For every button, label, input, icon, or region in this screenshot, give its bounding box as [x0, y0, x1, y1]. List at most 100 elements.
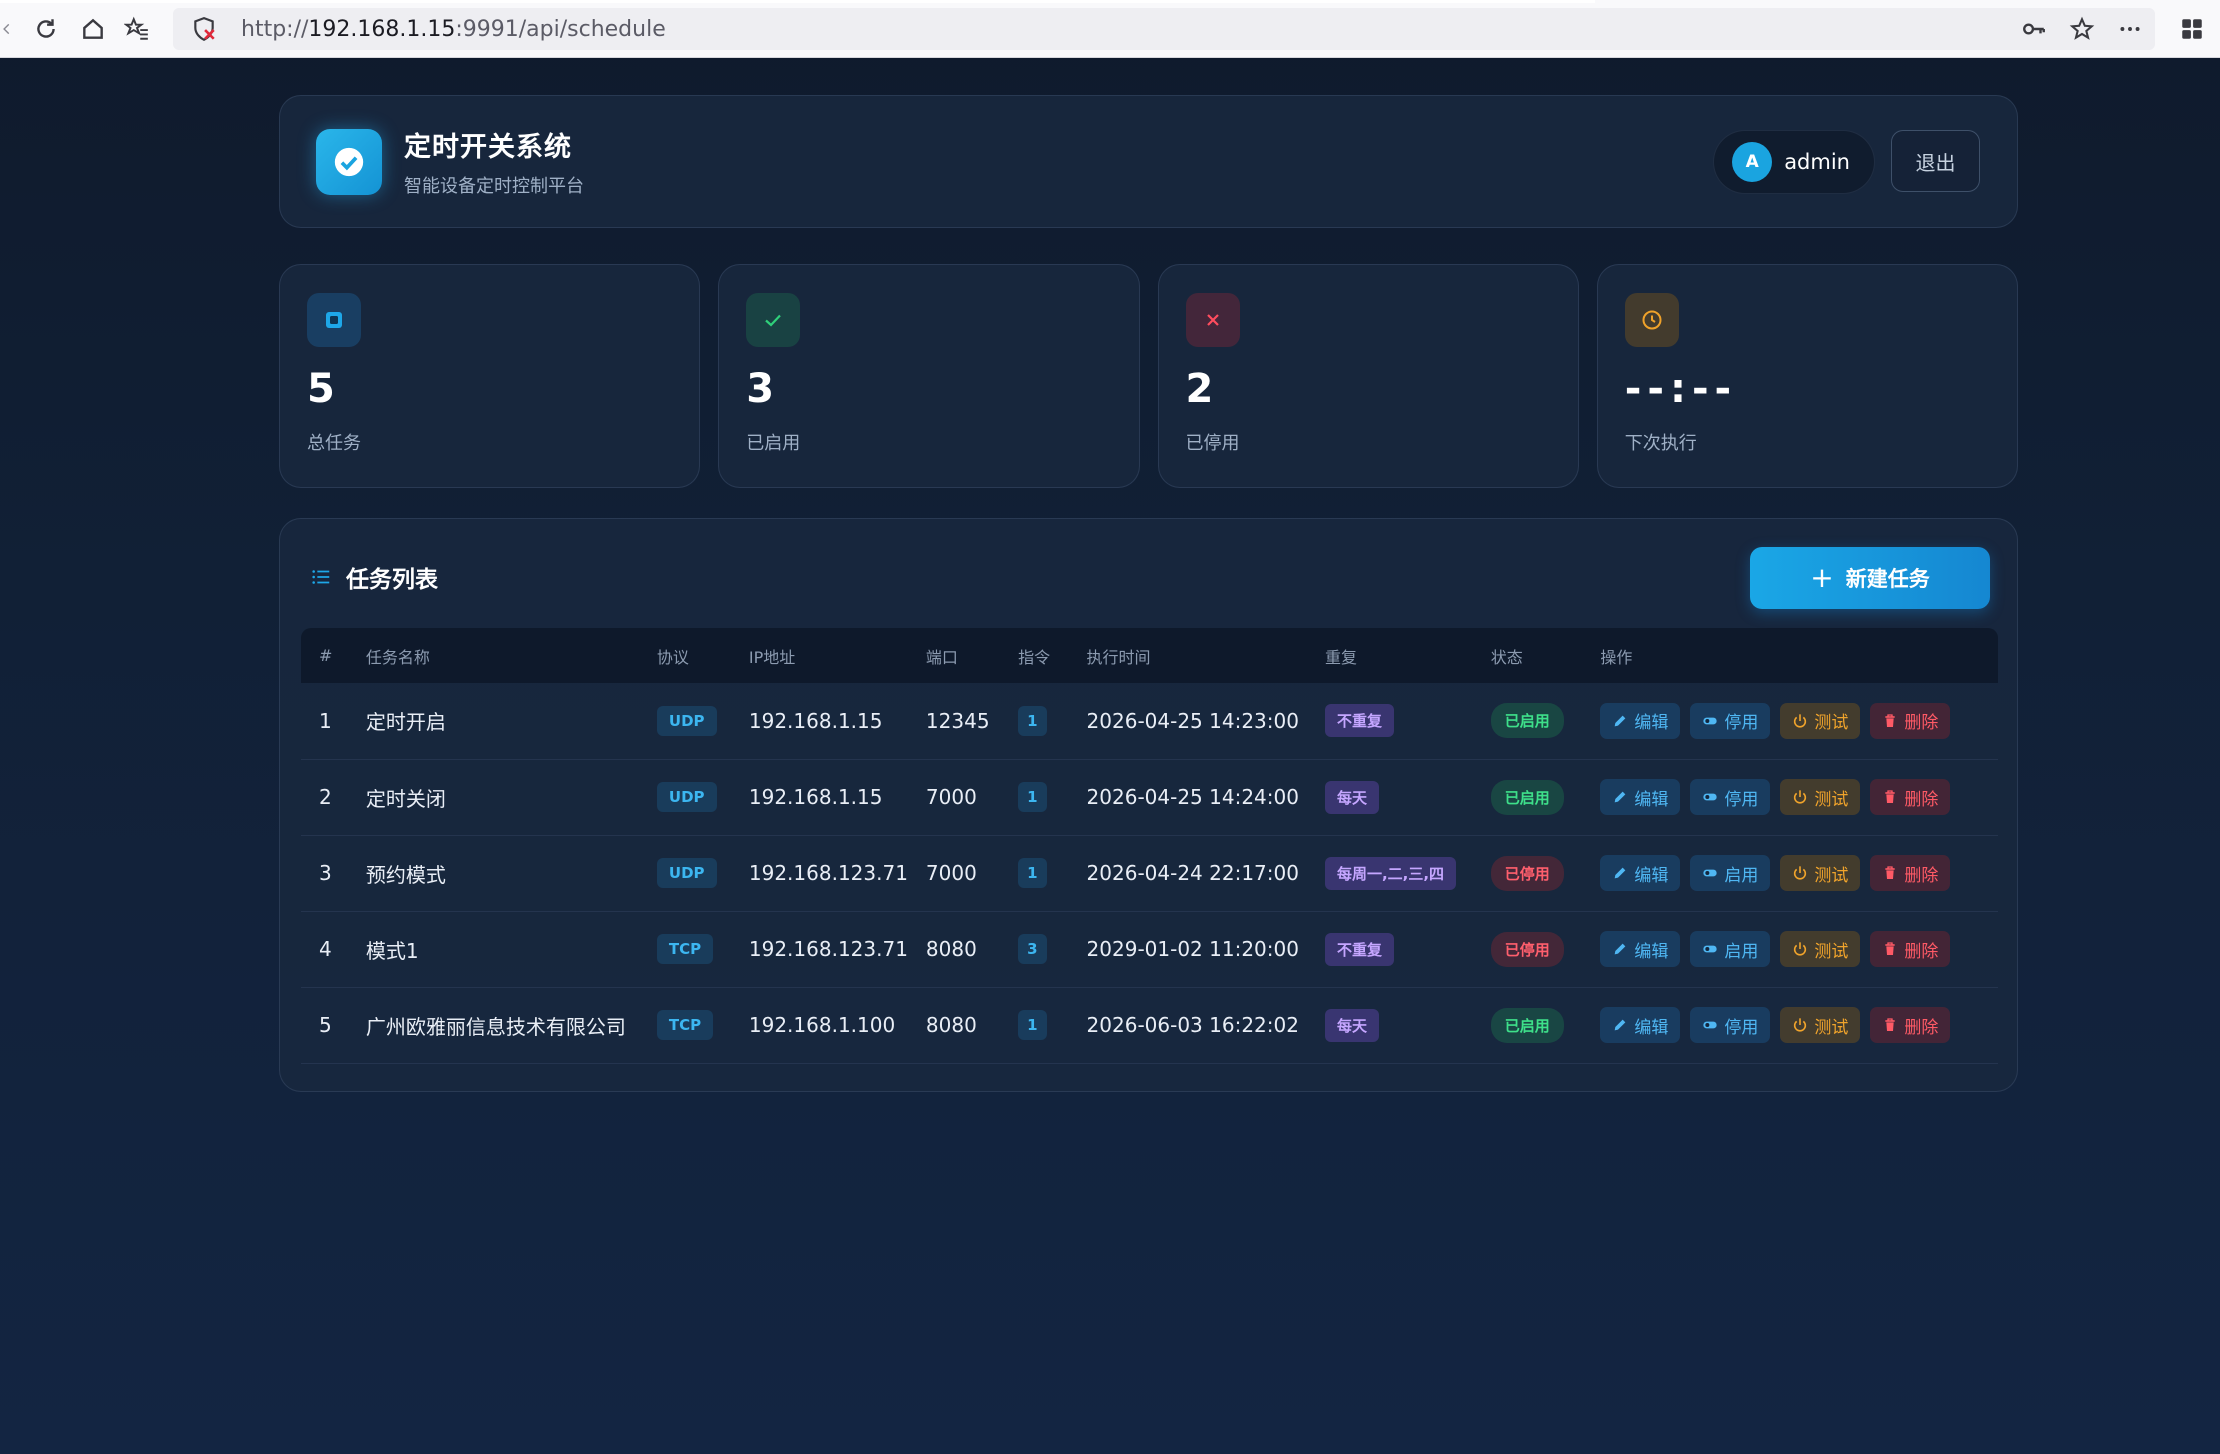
trash-icon [1885, 714, 1896, 727]
task-panel: 任务列表 + 新建任务 # 任务名称 协议 IP地址 端口 指令 执行时间 重复… [279, 518, 2018, 1092]
toggle-button[interactable]: 停用 [1690, 702, 1771, 739]
command-tag: 1 [1018, 782, 1047, 812]
protocol-tag: UDP [656, 782, 717, 812]
apps-grid-icon[interactable] [2172, 9, 2212, 49]
test-label: 测试 [1814, 789, 1849, 810]
toggle-icon [1703, 793, 1718, 801]
username: admin [1784, 150, 1850, 174]
toggle-button[interactable]: 启用 [1690, 855, 1771, 891]
pencil-icon [1615, 943, 1626, 955]
table-header: # 任务名称 协议 IP地址 端口 指令 执行时间 重复 状态 操作 [301, 628, 1998, 683]
toggle-button[interactable]: 启用 [1690, 931, 1771, 967]
delete-label: 删除 [1904, 865, 1939, 886]
table-row: 3 预约模式 UDP 192.168.123.71 7000 1 2026-04… [301, 835, 1998, 911]
x-icon [1185, 293, 1240, 347]
delete-button[interactable]: 删除 [1870, 779, 1951, 815]
col-header: 执行时间 [1086, 647, 1151, 667]
delete-button[interactable]: 删除 [1870, 855, 1951, 891]
repeat-tag: 每周一,二,三,四 [1324, 856, 1457, 890]
protocol-tag: TCP [656, 1010, 714, 1040]
url-scheme: http:// [241, 16, 309, 42]
test-button[interactable]: 测试 [1780, 702, 1861, 739]
stat-value: 5 [307, 366, 335, 412]
test-label: 测试 [1814, 1017, 1849, 1038]
task-name: 定时关闭 [365, 786, 446, 811]
delete-button[interactable]: 删除 [1870, 1007, 1951, 1043]
command-tag: 1 [1018, 858, 1047, 888]
toggle-icon [1703, 717, 1718, 725]
table-row: 2 定时关闭 UDP 192.168.1.15 7000 1 2026-04-2… [301, 759, 1998, 835]
pencil-icon [1615, 791, 1626, 803]
toggle-button[interactable]: 停用 [1690, 779, 1771, 815]
test-button[interactable]: 测试 [1780, 1007, 1861, 1043]
app-header: 定时开关系统 智能设备定时控制平台 A admin 退出 [279, 95, 2018, 228]
toggle-label: 启用 [1724, 865, 1759, 886]
check-circle-icon [334, 147, 364, 176]
test-label: 测试 [1814, 865, 1849, 886]
stat-value: 2 [1185, 366, 1214, 412]
task-port: 8080 [925, 1013, 977, 1037]
back-arrow-icon[interactable] [0, 9, 14, 49]
toggle-label: 停用 [1724, 789, 1759, 810]
table-row: 4 模式1 TCP 192.168.123.71 8080 3 2029-01-… [301, 911, 1998, 987]
test-button[interactable]: 测试 [1780, 931, 1861, 967]
reload-icon[interactable] [26, 9, 66, 49]
trash-icon [1885, 866, 1896, 879]
task-index: 2 [319, 785, 332, 809]
status-badge: 已停用 [1490, 931, 1564, 967]
logout-button[interactable]: 退出 [1891, 130, 1980, 192]
edit-button[interactable]: 编辑 [1600, 702, 1681, 739]
more-menu-icon[interactable] [2113, 12, 2147, 46]
col-header: IP地址 [748, 647, 796, 667]
col-header: 指令 [1018, 647, 1051, 667]
trash-icon [1885, 1018, 1896, 1031]
star-icon[interactable] [2065, 12, 2099, 46]
power-icon [1794, 714, 1807, 728]
test-button[interactable]: 测试 [1780, 779, 1861, 815]
address-bar[interactable]: http://192.168.1.15:9991/api/schedule [173, 8, 2155, 50]
edit-button[interactable]: 编辑 [1600, 779, 1681, 815]
new-task-button[interactable]: + 新建任务 [1750, 547, 1990, 609]
toggle-label: 停用 [1724, 1017, 1759, 1038]
col-header: 任务名称 [365, 647, 430, 667]
home-icon[interactable] [73, 9, 113, 49]
toggle-button[interactable]: 停用 [1690, 1007, 1771, 1043]
stat-card-next-run: --:-- 下次执行 [1596, 264, 2018, 488]
delete-button[interactable]: 删除 [1870, 702, 1951, 739]
task-name: 预约模式 [365, 862, 446, 887]
status-badge: 已启用 [1490, 1007, 1564, 1043]
bookmarks-icon[interactable] [117, 9, 157, 49]
command-tag: 1 [1018, 1010, 1047, 1040]
task-name: 定时开启 [365, 710, 446, 735]
shield-warning-icon[interactable] [189, 14, 219, 44]
edit-button[interactable]: 编辑 [1600, 855, 1681, 891]
test-button[interactable]: 测试 [1780, 855, 1861, 891]
status-badge: 已启用 [1490, 703, 1564, 739]
task-ip: 192.168.123.71 [748, 937, 908, 961]
edit-button[interactable]: 编辑 [1600, 931, 1681, 967]
clock-icon [1624, 293, 1679, 347]
pencil-icon [1615, 715, 1626, 727]
delete-button[interactable]: 删除 [1870, 931, 1951, 967]
stats-row: 5 总任务 3 已启用 2 已停用 --:-- 下次执行 [279, 264, 2018, 488]
task-index: 3 [319, 861, 332, 885]
key-icon[interactable] [2017, 12, 2051, 46]
app-container: 定时开关系统 智能设备定时控制平台 A admin 退出 5 总任务 3 已启用 [279, 95, 2018, 1092]
edit-label: 编辑 [1634, 941, 1669, 962]
check-icon [746, 293, 801, 347]
user-menu[interactable]: A admin [1713, 130, 1875, 194]
stat-card-disabled: 2 已停用 [1157, 264, 1579, 488]
status-badge: 已停用 [1490, 855, 1564, 891]
edit-button[interactable]: 编辑 [1600, 1007, 1681, 1043]
app-logo [316, 128, 382, 195]
col-header: 操作 [1600, 647, 1633, 667]
task-time: 2026-04-25 14:24:00 [1086, 785, 1299, 809]
task-ip: 192.168.1.100 [748, 1013, 896, 1037]
stat-label: 下次执行 [1624, 433, 1697, 454]
task-time: 2026-04-25 14:23:00 [1086, 708, 1299, 733]
task-ip: 192.168.1.15 [748, 708, 883, 733]
table-row: 1 定时开启 UDP 192.168.1.15 12345 1 2026-04-… [301, 683, 1998, 759]
stat-value: 3 [746, 366, 775, 412]
stat-label: 已停用 [1185, 433, 1240, 454]
power-icon [1794, 866, 1807, 880]
